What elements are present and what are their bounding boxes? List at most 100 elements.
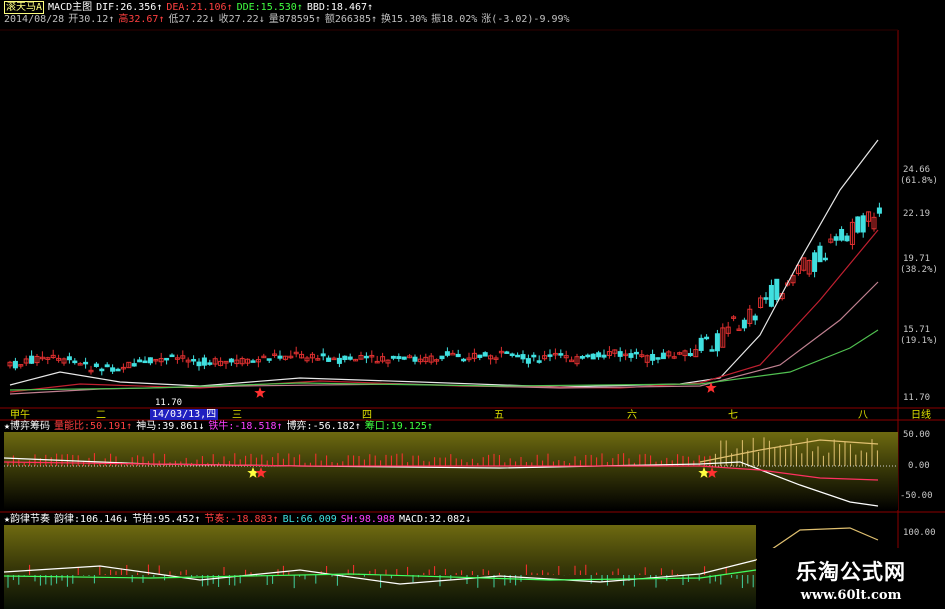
candle-body xyxy=(741,319,747,329)
candle-body xyxy=(704,336,710,340)
candle-body xyxy=(137,359,143,363)
candle-body xyxy=(536,360,542,363)
price-label-24-66: 24.66 xyxy=(903,165,931,175)
price-label-22-19: 22.19 xyxy=(903,209,931,219)
bar-info-item: 高32.67↑ xyxy=(118,14,165,25)
candle-body xyxy=(855,216,861,233)
candle-body xyxy=(461,358,467,362)
candle-body xyxy=(29,355,35,364)
candle-body xyxy=(342,355,348,360)
candle-body xyxy=(617,351,623,357)
candle-body xyxy=(596,352,602,358)
main-title-item: DIF:26.356↑ xyxy=(96,2,163,13)
candle-body xyxy=(142,360,148,364)
rhythm-item: SH:98.988 xyxy=(340,514,395,525)
candle-body xyxy=(455,353,461,358)
candle-body xyxy=(347,356,353,360)
main-title-item: 滚天马A xyxy=(4,1,45,14)
main-title-item: MACD主图 xyxy=(48,2,93,13)
candle-body xyxy=(833,236,839,241)
candle-body xyxy=(633,351,639,355)
main-indicator-header: 滚天马A MACD主图 DIF:26.356↑ DEA:21.106↑ DDE:15.5… xyxy=(4,1,377,14)
chip-panel-header: ★博弈筹码 量能比:50.191↑ 神马:39.861↓ 铁牛:-18.518↑ 博弈:… xyxy=(4,421,437,433)
price-label-19-1pct: (19.1%) xyxy=(900,336,938,346)
candle-body xyxy=(326,357,332,362)
bar-info-item: 涨(-3.02)-9.99% xyxy=(481,14,570,25)
candle-body xyxy=(650,353,656,361)
candle-body xyxy=(569,359,575,363)
candle-body xyxy=(104,364,110,368)
candle-body xyxy=(628,353,634,358)
candle-body xyxy=(822,257,828,261)
candle-body xyxy=(817,245,823,263)
time-label-may: 五 xyxy=(494,410,504,421)
candle-body xyxy=(277,355,283,359)
period-selector[interactable]: 日线 xyxy=(911,410,931,421)
candle-body xyxy=(774,278,780,300)
candle-body xyxy=(401,356,407,360)
candle-body xyxy=(201,357,207,366)
price-label-19-71: 19.71 xyxy=(903,254,931,264)
chip-axis-0: 0.00 xyxy=(908,461,930,471)
chip-axis-50: 50.00 xyxy=(903,430,931,440)
candle-body xyxy=(585,354,591,358)
chip-item: 神马:39.861↓ xyxy=(136,421,205,432)
rhythm-item: 韵律:106.146↓ xyxy=(54,514,129,525)
candle-body xyxy=(876,207,882,214)
candle-body xyxy=(196,361,202,367)
main-title-item: BBD:18.467↑ xyxy=(306,2,374,13)
low-price-marker: 11.70 xyxy=(155,398,183,408)
time-label-jul: 七 xyxy=(728,410,738,421)
main-title-item: DEA:21.106↑ xyxy=(166,2,233,13)
logo-title: 乐淘公式网 xyxy=(796,560,906,584)
bar-info-item: 换15.30% xyxy=(381,14,428,25)
candle-body xyxy=(390,355,396,359)
candle-body xyxy=(110,367,116,372)
candle-body xyxy=(579,356,585,359)
logo-url: www.60lt.com xyxy=(800,588,902,603)
time-label-cursor-date[interactable]: 14/03/13,四 xyxy=(150,409,219,420)
candle-body xyxy=(363,355,369,359)
candle-body xyxy=(439,355,445,360)
bar-info-item: 振18.02% xyxy=(431,14,478,25)
candle-body xyxy=(709,349,715,352)
candle-body xyxy=(412,356,418,362)
candle-body xyxy=(525,358,531,364)
candle-body xyxy=(752,315,758,321)
candle-body xyxy=(601,354,607,358)
chip-item: 博弈:-56.182↑ xyxy=(286,421,361,432)
candle-body xyxy=(72,360,78,364)
bar-info-item: 收27.22↓ xyxy=(218,14,265,25)
rhythm-item: MACD:32.082↓ xyxy=(398,514,472,525)
ma-line-white xyxy=(9,139,879,388)
candle-body xyxy=(131,363,137,367)
rhythm-panel-fill xyxy=(4,525,756,609)
candle-body xyxy=(250,360,256,363)
bar-info-item: 2014/08/28 xyxy=(4,14,65,25)
candle-body xyxy=(590,353,596,360)
candle-body xyxy=(763,297,769,300)
chip-item: 量能比:50.191↑ xyxy=(54,421,133,432)
chip-title: ★博弈筹码 xyxy=(4,421,51,432)
candle-body xyxy=(714,333,720,352)
candle-body xyxy=(839,228,845,241)
price-label-11-70: 11.70 xyxy=(903,393,931,403)
candle-body xyxy=(531,354,537,358)
candle-body xyxy=(660,352,666,360)
candle-body xyxy=(147,357,153,364)
time-label-jiawu: 甲午 xyxy=(10,410,30,421)
candle-body xyxy=(228,358,234,363)
candle-body xyxy=(450,352,456,356)
rhythm-title: ★韵律节奏 xyxy=(4,514,51,525)
chip-item: 铁牛:-18.518↑ xyxy=(208,421,283,432)
candle-body xyxy=(687,353,693,357)
candle-body xyxy=(655,357,661,360)
candle-body xyxy=(169,354,175,358)
candle-body xyxy=(844,235,850,242)
time-label-apr: 四 xyxy=(362,410,372,421)
candle-body xyxy=(860,215,866,233)
candle-body xyxy=(558,353,564,356)
candle-body xyxy=(698,337,704,351)
candle-body xyxy=(266,358,272,361)
candle-body xyxy=(812,252,818,272)
